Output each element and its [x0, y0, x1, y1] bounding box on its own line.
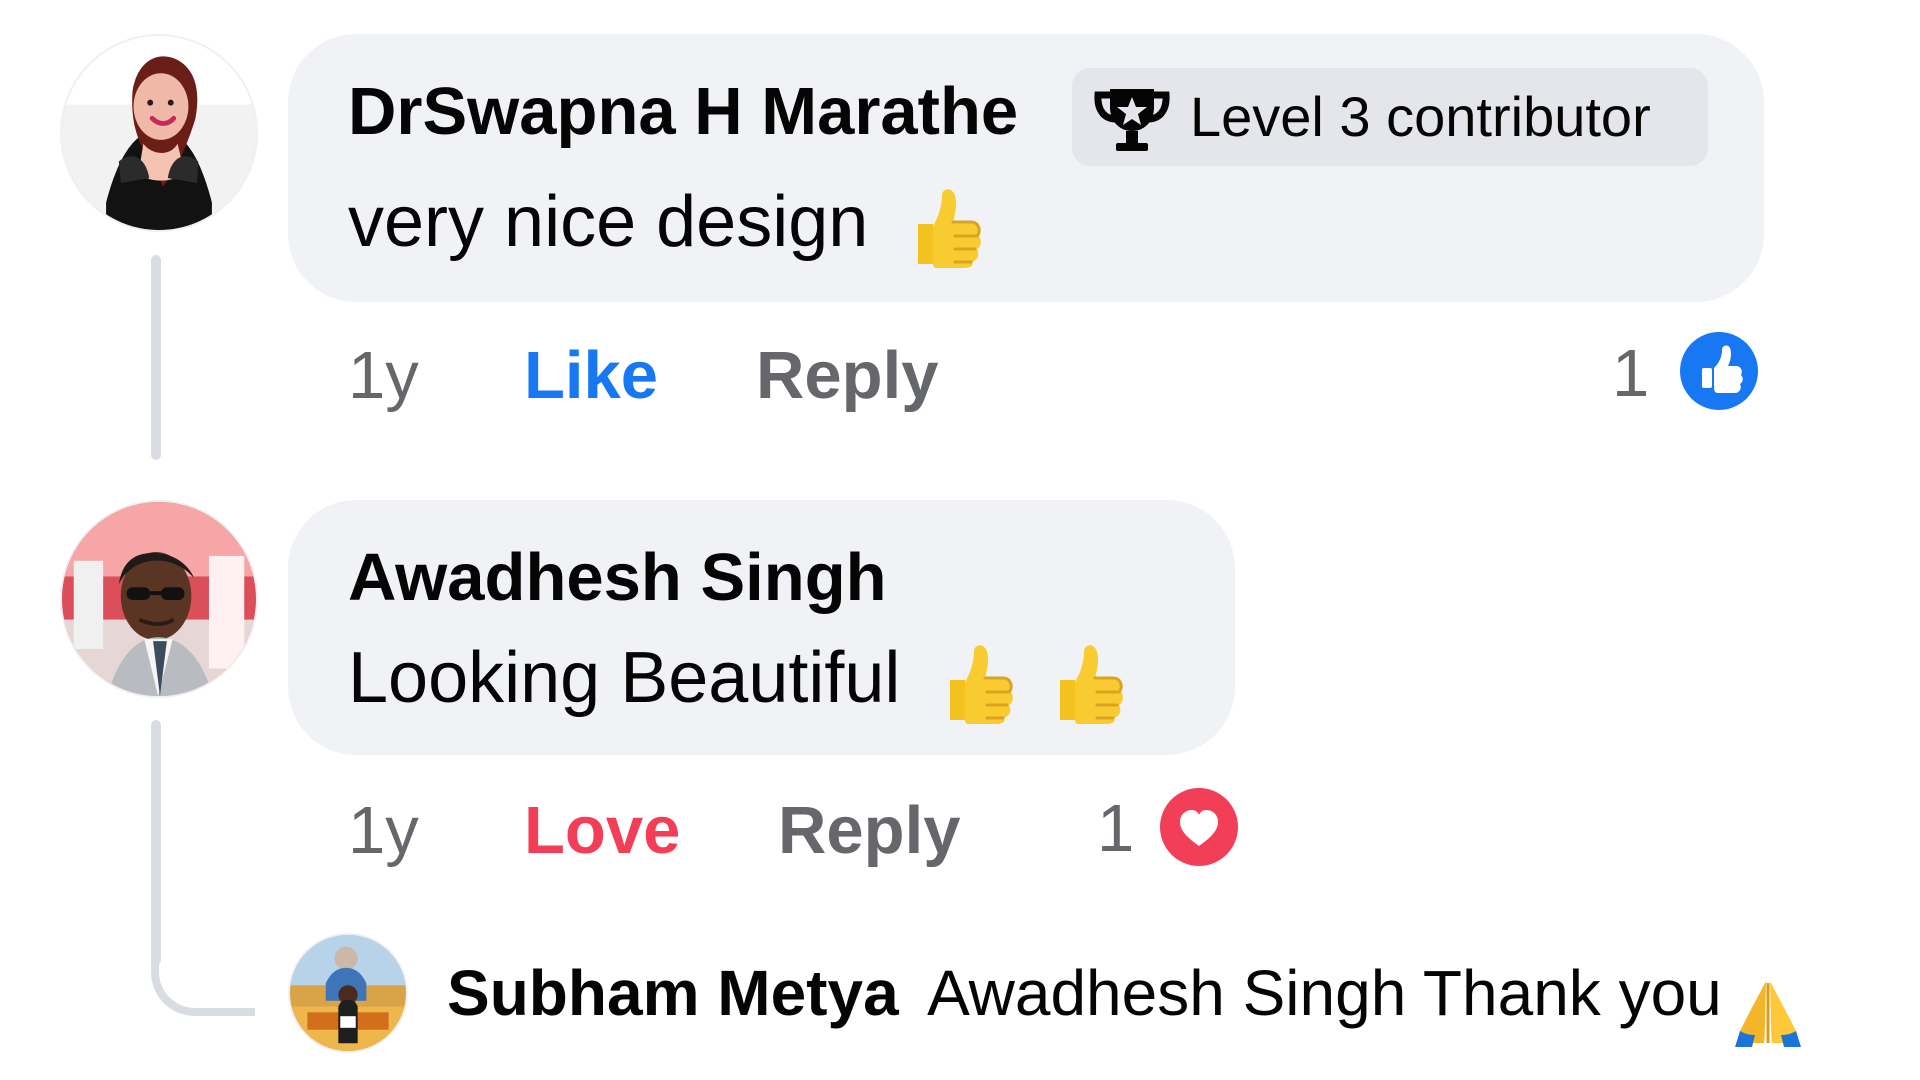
thread-line: [151, 255, 161, 460]
comment-bubble: DrSwapna H Marathe Level 3 contributor v…: [288, 34, 1764, 302]
reply-button[interactable]: Reply: [756, 342, 938, 409]
reply-author-name[interactable]: Subham Metya: [447, 957, 899, 1029]
profile-photo-icon: [290, 935, 406, 1051]
love-button[interactable]: Love: [524, 797, 680, 864]
comment-text: very nice design: [348, 186, 984, 268]
thread-corner: [151, 912, 255, 1016]
badge-label: Level 3 contributor: [1190, 85, 1651, 148]
reaction-count[interactable]: 1: [1097, 795, 1134, 862]
comments-thread: DrSwapna H Marathe Level 3 contributor v…: [0, 0, 1920, 1080]
profile-photo-icon: [62, 36, 256, 230]
reply-button[interactable]: Reply: [778, 797, 960, 864]
comment-author-name[interactable]: Awadhesh Singh: [348, 544, 887, 611]
comment-text: Looking Beautiful: [348, 642, 1126, 724]
comment-time[interactable]: 1y: [348, 342, 419, 409]
thumbs-up-emoji-icon: [1048, 642, 1126, 724]
comment-time[interactable]: 1y: [348, 797, 419, 864]
contributor-badge: Level 3 contributor: [1072, 68, 1708, 166]
reaction-count[interactable]: 1: [1612, 340, 1649, 407]
love-icon[interactable]: [1160, 788, 1238, 866]
thumbs-up-emoji-icon: [906, 186, 984, 268]
like-icon[interactable]: [1680, 332, 1758, 410]
subham-avatar[interactable]: [288, 933, 408, 1053]
comment-author-name[interactable]: DrSwapna H Marathe: [348, 78, 1018, 145]
reply-text: Awadhesh Singh Thank you: [927, 957, 1722, 1029]
like-button[interactable]: Like: [524, 342, 658, 409]
profile-photo-icon: [62, 502, 256, 696]
trophy-icon: [1092, 77, 1172, 157]
comment-text-content: Looking Beautiful: [348, 638, 901, 719]
folded-hands-emoji-icon: [1730, 973, 1806, 1049]
awadhesh-avatar[interactable]: [60, 500, 258, 698]
drswapna-avatar[interactable]: [60, 34, 258, 232]
reply-comment: Subham Metya Awadhesh Singh Thank you: [447, 961, 1806, 1049]
comment-bubble: Awadhesh Singh Looking Beautiful: [288, 500, 1235, 755]
comment-text-content: very nice design: [348, 182, 869, 263]
thumbs-up-emoji-icon: [938, 642, 1016, 724]
